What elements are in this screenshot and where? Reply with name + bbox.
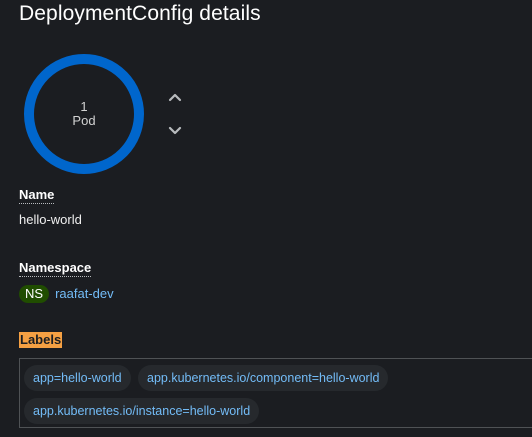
name-value: hello-world (19, 212, 82, 227)
namespace-label[interactable]: Namespace (19, 260, 92, 277)
page-title: DeploymentConfig details (19, 2, 261, 25)
label-chip[interactable]: app=hello-world (24, 365, 131, 391)
name-label[interactable]: Name (19, 187, 55, 204)
label-chip[interactable]: app.kubernetes.io/instance=hello-world (24, 398, 260, 424)
scale-down-button[interactable] (164, 120, 186, 142)
namespace-link[interactable]: raafat-dev (55, 286, 114, 302)
deployment-config-details-panel: DeploymentConfig details 1 Pod Name hell… (0, 0, 532, 437)
label-chip[interactable]: app.kubernetes.io/component=hello-world (138, 365, 389, 391)
namespace-badge: NS (19, 285, 50, 303)
chevron-up-icon (168, 93, 182, 102)
chevron-down-icon (168, 126, 182, 135)
scale-up-button[interactable] (164, 86, 186, 108)
pod-count-unit: Pod (72, 113, 96, 128)
pod-count-display: 1 Pod (22, 52, 146, 176)
labels-label[interactable]: Labels (19, 332, 63, 348)
namespace-value: NS raafat-dev (19, 285, 114, 303)
labels-list: app=hello-world app.kubernetes.io/compon… (19, 358, 532, 428)
pod-count: 1 (80, 99, 88, 114)
